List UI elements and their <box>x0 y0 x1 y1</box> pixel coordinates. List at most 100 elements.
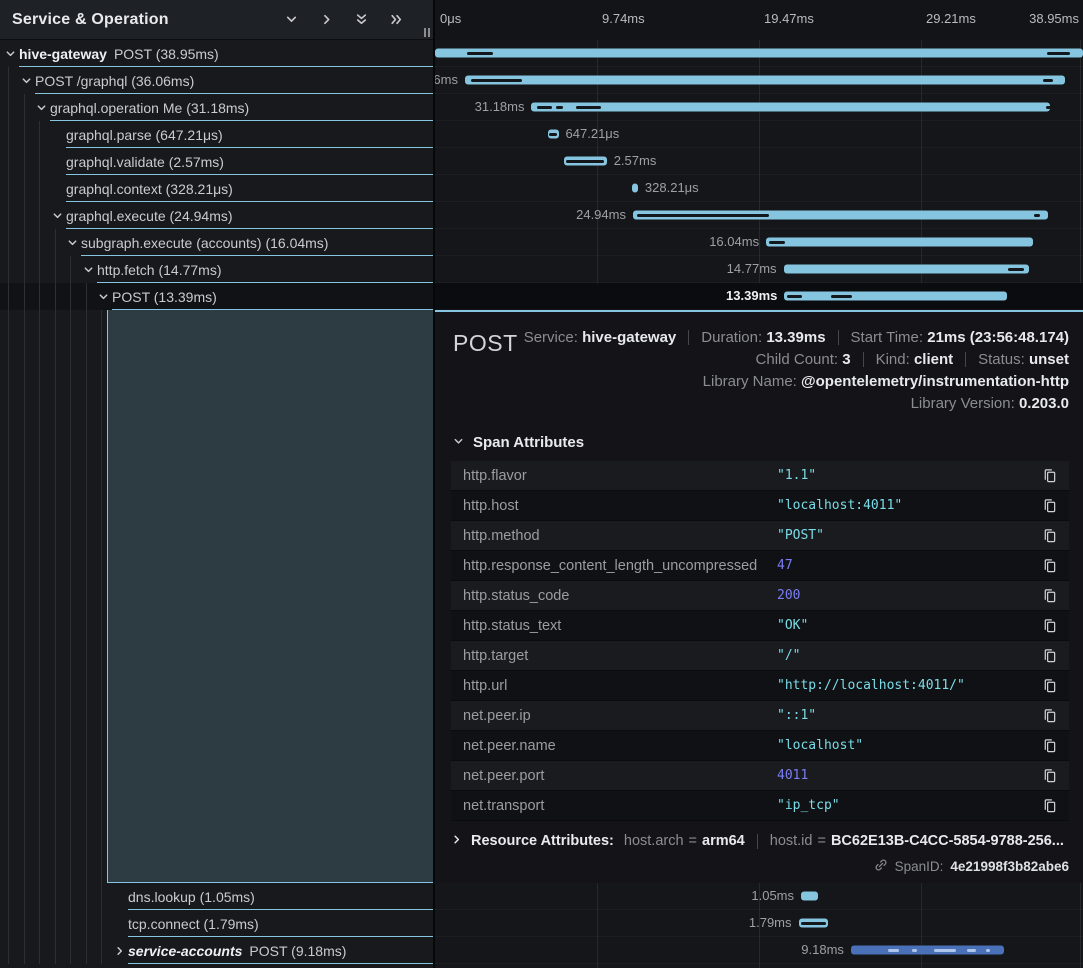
timeline-row[interactable]: 31.18ms <box>435 94 1083 121</box>
collapse-span-icon[interactable] <box>98 291 109 302</box>
span-attributes-header[interactable]: Span Attributes <box>453 434 1069 451</box>
timeline-row[interactable]: 14.77ms <box>435 256 1083 283</box>
span-tree-row[interactable]: graphql.execute (24.94ms) <box>0 202 433 229</box>
span-bar[interactable] <box>633 211 1048 220</box>
splitter-handle[interactable] <box>424 28 430 37</box>
collapse-span-icon[interactable] <box>36 102 47 113</box>
resource-attributes-row[interactable]: Resource Attributes:host.arch=arm64host.… <box>451 833 1069 849</box>
timeline-row[interactable]: 16.04ms <box>435 229 1083 256</box>
span-tree-row[interactable]: dns.lookup (1.05ms) <box>0 883 433 910</box>
copy-icon[interactable] <box>1042 558 1057 574</box>
collapse-span-icon[interactable] <box>83 264 94 275</box>
chevron-right-icon <box>451 833 462 849</box>
expand-one-icon[interactable] <box>320 13 333 26</box>
copy-icon[interactable] <box>1042 738 1057 754</box>
resource-value: BC62E13B-C4CC-5854-9788-256... <box>831 833 1064 849</box>
span-tree-row[interactable]: service-accountsPOST (9.18ms) <box>0 937 433 964</box>
span-bar[interactable] <box>548 130 559 139</box>
indent-guide <box>101 310 102 883</box>
indent-guide <box>55 937 56 964</box>
attribute-key: net.peer.name <box>463 738 777 754</box>
timeline-row[interactable]: 1.05ms <box>435 883 1083 910</box>
span-bar[interactable] <box>435 49 1083 58</box>
timeline-row[interactable]: 2.57ms <box>435 148 1083 175</box>
link-icon[interactable] <box>874 858 888 875</box>
copy-icon[interactable] <box>1042 708 1057 724</box>
field-separator <box>965 352 966 367</box>
collapse-span-icon[interactable] <box>52 210 63 221</box>
copy-icon[interactable] <box>1042 648 1057 664</box>
copy-icon[interactable] <box>1042 588 1057 604</box>
span-bar[interactable] <box>801 892 818 901</box>
overview-field: Duration: 13.39ms <box>701 329 825 346</box>
span-label: graphql.context (328.21μs) <box>66 181 233 197</box>
collapse-span-icon[interactable] <box>21 75 32 86</box>
child-span-mark <box>471 79 523 82</box>
copy-icon[interactable] <box>1042 528 1057 544</box>
span-bar[interactable] <box>851 946 1004 955</box>
timeline-row[interactable]: 9.18ms <box>435 937 1083 964</box>
copy-icon[interactable] <box>1042 768 1057 784</box>
timeline-row[interactable] <box>435 40 1083 67</box>
copy-icon[interactable] <box>1042 498 1057 514</box>
child-span-mark <box>566 160 604 163</box>
attribute-row: http.status_text"OK" <box>451 611 1069 641</box>
timeline-row[interactable]: 24.94ms <box>435 202 1083 229</box>
span-tree-row[interactable]: POST (13.39ms) <box>0 283 433 310</box>
copy-icon[interactable] <box>1042 798 1057 814</box>
span-tree-row[interactable]: graphql.context (328.21μs) <box>0 175 433 202</box>
attribute-value: "1.1" <box>777 468 1042 483</box>
span-tree-row[interactable]: graphql.validate (2.57ms) <box>0 148 433 175</box>
timeline-row[interactable]: 1.79ms <box>435 910 1083 937</box>
field-value: 13.39ms <box>766 329 825 346</box>
indent-guide <box>24 910 25 937</box>
copy-icon[interactable] <box>1042 468 1057 484</box>
indent-guide <box>8 310 9 883</box>
copy-icon[interactable] <box>1042 618 1057 634</box>
span-label: subgraph.execute (accounts) (16.04ms) <box>81 235 328 251</box>
service-name: service-accounts <box>128 943 242 959</box>
span-duration-label: 24.94ms <box>569 202 633 228</box>
span-bar[interactable] <box>784 292 1007 301</box>
indent-guide <box>39 910 40 937</box>
timeline-row[interactable]: 13.39ms <box>435 283 1083 310</box>
indent-guide <box>86 883 87 910</box>
indent-guide <box>24 121 25 148</box>
collapse-one-icon[interactable] <box>285 13 298 26</box>
span-duration-label: 14.77ms <box>720 256 784 282</box>
collapse-span-icon[interactable] <box>67 237 78 248</box>
attribute-row: http.status_code200 <box>451 581 1069 611</box>
span-bar[interactable] <box>564 157 607 166</box>
attribute-row: http.response_content_length_uncompresse… <box>451 551 1069 581</box>
span-bar[interactable] <box>766 238 1033 247</box>
span-bar[interactable] <box>465 76 1065 85</box>
span-tree-row[interactable]: graphql.parse (647.21μs) <box>0 121 433 148</box>
span-tree-row[interactable]: hive-gatewayPOST (38.95ms) <box>0 40 433 67</box>
child-span-mark <box>769 241 785 244</box>
collapse-all-icon[interactable] <box>355 13 368 26</box>
indent-guide <box>39 937 40 964</box>
timeline-row[interactable]: 647.21μs <box>435 121 1083 148</box>
indent-guide <box>24 94 25 121</box>
field-label: Library Name: <box>703 373 801 390</box>
span-title: POST <box>453 330 518 357</box>
span-tree-row[interactable]: POST /graphql (36.06ms) <box>0 67 433 94</box>
expand-all-icon[interactable] <box>390 13 403 26</box>
span-bar[interactable] <box>531 103 1050 112</box>
child-span-mark <box>787 295 802 298</box>
span-tree-row[interactable]: subgraph.execute (accounts) (16.04ms) <box>0 229 433 256</box>
field-label: Status: <box>978 351 1029 368</box>
collapse-span-icon[interactable] <box>5 48 16 59</box>
indent-guide <box>8 910 9 937</box>
span-tree-row[interactable]: http.fetch (14.77ms) <box>0 256 433 283</box>
timeline-row[interactable]: 328.21μs <box>435 175 1083 202</box>
copy-icon[interactable] <box>1042 678 1057 694</box>
span-tree-row[interactable]: tcp.connect (1.79ms) <box>0 910 433 937</box>
field-value: 3 <box>842 351 850 368</box>
expand-span-icon[interactable] <box>114 945 125 956</box>
span-bar[interactable] <box>784 265 1030 274</box>
span-overview-line: Child Count: 3Kind: clientStatus: unset <box>451 348 1069 370</box>
span-tree-row[interactable]: graphql.operation Me (31.18ms) <box>0 94 433 121</box>
span-bar[interactable] <box>799 919 829 928</box>
timeline-row[interactable]: 36.06ms <box>435 67 1083 94</box>
